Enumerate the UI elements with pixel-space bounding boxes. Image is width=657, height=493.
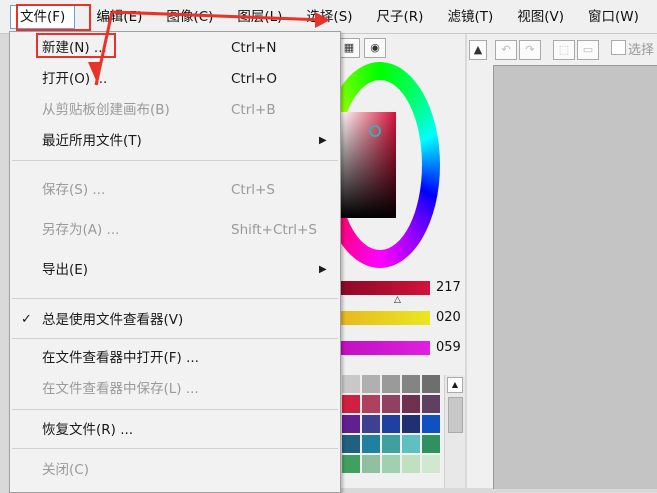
color-swatch[interactable] — [362, 375, 380, 393]
redo-icon[interactable]: ↷ — [519, 40, 541, 60]
color-swatch[interactable] — [362, 415, 380, 433]
menu-item-open-label: 打开(O) ... — [42, 71, 108, 87]
menu-item-recover[interactable]: 恢复文件(R) ... — [10, 418, 340, 442]
menu-window[interactable]: 窗口(W) — [579, 5, 648, 29]
color-swatches — [342, 375, 442, 488]
menu-separator — [12, 448, 338, 449]
slider-green-value: 020 — [436, 310, 461, 325]
grid-view-icon[interactable]: ▦ — [338, 38, 360, 58]
menu-bar: 文件(F) 编辑(E) 图像(C) 图层(L) 选择(S) 尺子(R) 滤镜(T… — [0, 0, 657, 34]
color-swatch[interactable] — [402, 375, 420, 393]
menu-item-save: 保存(S) ... Ctrl+S — [10, 178, 340, 202]
menu-separator — [12, 338, 338, 339]
color-swatch[interactable] — [422, 375, 440, 393]
color-swatch[interactable] — [342, 415, 360, 433]
menu-item-new-label: 新建(N) ... — [42, 40, 107, 56]
color-mode-icon[interactable]: ◉ — [364, 38, 386, 58]
color-swatch[interactable] — [342, 455, 360, 473]
menu-item-open-in-viewer[interactable]: 在文件查看器中打开(F) ... — [10, 346, 340, 370]
color-swatch[interactable] — [402, 415, 420, 433]
color-swatch[interactable] — [342, 395, 360, 413]
menu-edit[interactable]: 编辑(E) — [87, 5, 151, 29]
menu-item-save-as: 另存为(A) ... Shift+Ctrl+S — [10, 218, 340, 242]
menu-item-save-label: 保存(S) ... — [42, 182, 106, 198]
slider-blue[interactable] — [340, 341, 430, 355]
color-swatch[interactable] — [382, 375, 400, 393]
menu-item-from-clipboard-label: 从剪贴板创建画布(B) — [42, 102, 170, 118]
color-swatch[interactable] — [382, 455, 400, 473]
menu-item-from-clipboard: 从剪贴板创建画布(B) Ctrl+B — [10, 98, 340, 122]
color-swatch[interactable] — [382, 415, 400, 433]
menu-item-always-viewer-label: 总是使用文件查看器(V) — [42, 312, 184, 328]
menu-item-close-label: 关闭(C) — [42, 462, 89, 478]
checkmark-icon: ✓ — [21, 312, 32, 327]
color-swatch[interactable] — [342, 435, 360, 453]
menu-item-recover-label: 恢复文件(R) ... — [42, 422, 134, 438]
menu-select[interactable]: 选择(S) — [297, 5, 361, 29]
color-swatch[interactable] — [422, 395, 440, 413]
saturation-value-square[interactable] — [340, 112, 396, 218]
menu-item-save-as-shortcut: Shift+Ctrl+S — [231, 222, 317, 238]
menu-item-export[interactable]: 导出(E) ▶ — [10, 258, 340, 282]
color-swatch[interactable] — [362, 455, 380, 473]
color-swatch[interactable] — [342, 375, 360, 393]
scroll-thumb[interactable] — [448, 397, 463, 433]
menu-ruler[interactable]: 尺子(R) — [368, 5, 433, 29]
menu-item-open-shortcut: Ctrl+O — [231, 71, 277, 87]
color-swatch[interactable] — [362, 395, 380, 413]
menu-item-always-viewer[interactable]: ✓ 总是使用文件查看器(V) — [10, 308, 340, 332]
invert-icon[interactable]: ▭ — [577, 40, 599, 60]
menu-item-recent-label: 最近所用文件(T) — [42, 133, 142, 149]
menu-item-recent[interactable]: 最近所用文件(T) ▶ — [10, 129, 340, 153]
slider-red[interactable] — [340, 281, 430, 295]
slider-red-handle[interactable]: △ — [394, 295, 401, 305]
menu-item-new-shortcut: Ctrl+N — [231, 40, 277, 56]
menu-separator — [12, 160, 338, 161]
file-menu-dropdown: 新建(N) ... Ctrl+N 打开(O) ... Ctrl+O 从剪贴板创建… — [9, 31, 341, 493]
slider-blue-value: 059 — [436, 340, 461, 355]
select-checkbox-label: 选择 — [628, 43, 655, 58]
color-swatch[interactable] — [422, 415, 440, 433]
menu-filter[interactable]: 滤镜(T) — [438, 5, 502, 29]
slider-red-value: 217 — [436, 280, 461, 295]
menu-image[interactable]: 图像(C) — [157, 5, 222, 29]
menu-view[interactable]: 视图(V) — [508, 5, 573, 29]
menu-layer[interactable]: 图层(L) — [228, 5, 291, 29]
color-swatch[interactable] — [382, 435, 400, 453]
menu-item-from-clipboard-shortcut: Ctrl+B — [231, 102, 276, 118]
panel-collapse-icon[interactable]: ▲ — [469, 40, 487, 60]
scroll-up-icon[interactable]: ▲ — [447, 377, 463, 393]
submenu-arrow-icon: ▶ — [319, 135, 327, 146]
color-swatch[interactable] — [362, 435, 380, 453]
menu-item-open[interactable]: 打开(O) ... Ctrl+O — [10, 67, 340, 91]
color-swatch[interactable] — [402, 395, 420, 413]
canvas-area[interactable] — [493, 65, 657, 489]
select-checkbox[interactable] — [611, 40, 626, 55]
menu-item-export-label: 导出(E) — [42, 262, 89, 278]
color-panel-toolbar: ▦ ◉ — [330, 34, 465, 63]
menu-separator — [12, 409, 338, 410]
color-swatch[interactable] — [402, 455, 420, 473]
menu-item-close: 关闭(C) — [10, 458, 340, 482]
menu-separator — [12, 298, 338, 299]
submenu-arrow-icon: ▶ — [319, 264, 327, 275]
menu-item-save-in-viewer-label: 在文件查看器中保存(L) ... — [42, 381, 199, 397]
color-swatch[interactable] — [382, 395, 400, 413]
menu-item-new[interactable]: 新建(N) ... Ctrl+N — [10, 36, 340, 60]
menu-file[interactable]: 文件(F) — [10, 4, 76, 29]
swatches-scrollbar[interactable]: ▲ — [444, 375, 465, 488]
color-swatch[interactable] — [422, 435, 440, 453]
color-picker-marker[interactable] — [369, 125, 381, 137]
undo-icon[interactable]: ↶ — [495, 40, 517, 60]
menu-item-save-in-viewer: 在文件查看器中保存(L) ... — [10, 377, 340, 401]
menu-item-save-shortcut: Ctrl+S — [231, 182, 275, 198]
slider-green[interactable] — [340, 311, 430, 325]
color-swatch[interactable] — [422, 455, 440, 473]
menu-item-save-as-label: 另存为(A) ... — [42, 222, 120, 238]
menu-item-open-in-viewer-label: 在文件查看器中打开(F) ... — [42, 350, 199, 366]
deselect-icon[interactable]: ⬚ — [553, 40, 575, 60]
color-swatch[interactable] — [402, 435, 420, 453]
